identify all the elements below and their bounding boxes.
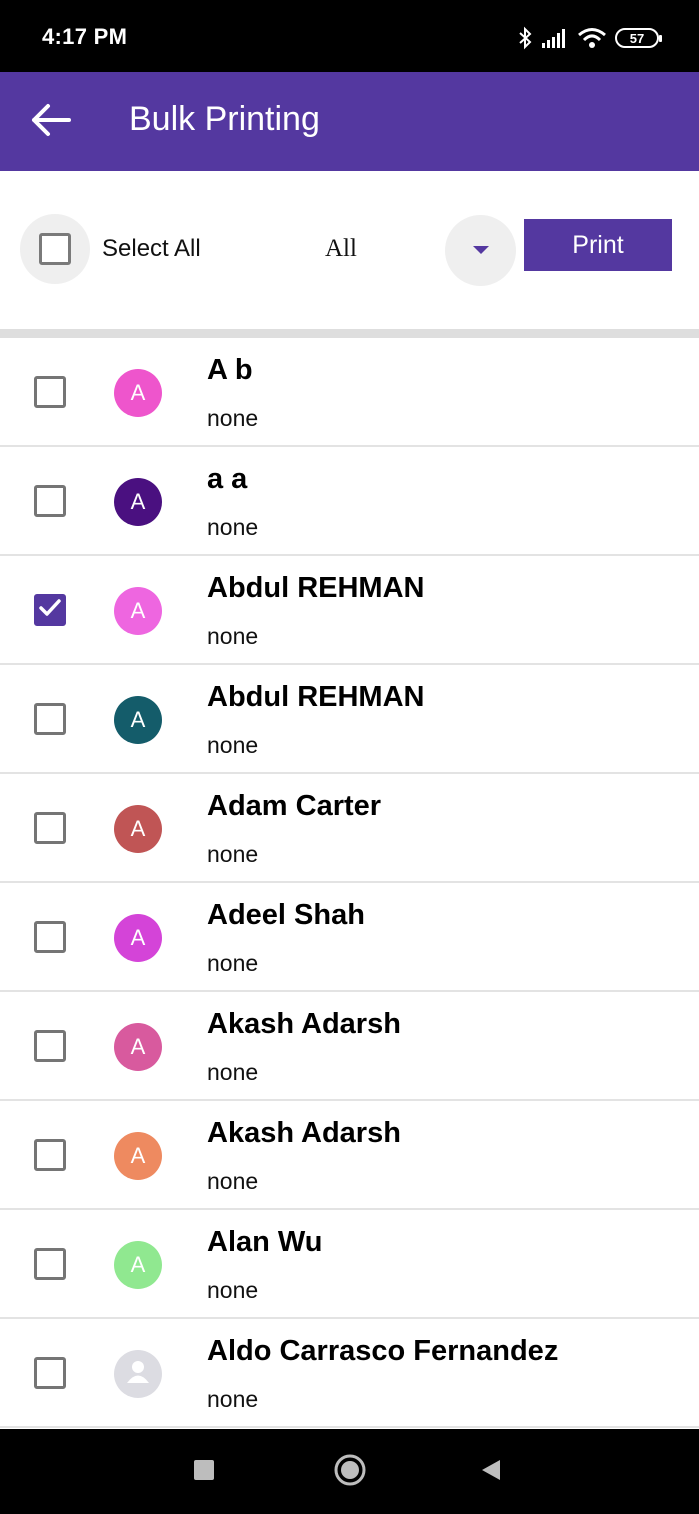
wifi-icon: [577, 27, 607, 49]
avatar: A: [114, 1023, 162, 1071]
contact-name: Alan Wu: [207, 1226, 323, 1258]
checkmark-icon: [38, 598, 62, 623]
contact-list: A A b none Aa a none A Abdul REHMAN none A Abdul …: [0, 338, 699, 1428]
contact-name: Adam Carter: [207, 790, 382, 822]
contact-name: Akash Adarsh: [207, 1117, 401, 1149]
contact-subtitle: none: [207, 405, 259, 431]
home-circle-icon: [333, 1453, 367, 1492]
filter-dropdown-button[interactable]: [445, 215, 516, 286]
arrow-left-icon: [29, 103, 71, 142]
avatar-initial: A: [130, 816, 146, 841]
contact-name: Adeel Shah: [207, 899, 365, 931]
caret-down-icon: [472, 242, 490, 260]
list-item[interactable]: A Adam Carter none: [0, 774, 699, 883]
divider: [0, 329, 699, 338]
avatar-initial: A: [130, 1143, 146, 1168]
avatar-initial: A: [130, 380, 146, 405]
row-checkbox[interactable]: [34, 485, 66, 517]
avatar: A: [114, 914, 162, 962]
contact-name: A b: [207, 354, 253, 386]
avatar: A: [114, 478, 162, 526]
battery-icon: 57: [615, 28, 662, 48]
avatar-initial: A: [130, 925, 146, 950]
page-title: Bulk Printing: [129, 100, 320, 138]
avatar-initial: A: [130, 1252, 146, 1277]
status-bar: 4:17 PM 57: [0, 0, 699, 72]
avatar: A: [114, 587, 162, 635]
row-checkbox[interactable]: [34, 1139, 66, 1171]
contact-subtitle: none: [207, 950, 259, 976]
list-item[interactable]: A Abdul REHMAN none: [0, 665, 699, 774]
list-item[interactable]: Aa a none: [0, 447, 699, 556]
row-checkbox[interactable]: [34, 921, 66, 953]
row-checkbox[interactable]: [34, 812, 66, 844]
avatar: A: [114, 369, 162, 417]
row-checkbox[interactable]: [34, 1030, 66, 1062]
avatar-initial: A: [130, 1034, 146, 1059]
contact-name: Akash Adarsh: [207, 1008, 401, 1040]
signal-icon: [541, 27, 569, 49]
contact-subtitle: none: [207, 841, 259, 867]
print-button[interactable]: Print: [524, 219, 672, 271]
person-icon: [125, 1358, 151, 1390]
contact-subtitle: none: [207, 514, 259, 540]
contact-subtitle: none: [207, 1277, 259, 1303]
back-nav-button[interactable]: [466, 1447, 516, 1497]
row-checkbox[interactable]: [34, 1248, 66, 1280]
avatar: A: [114, 805, 162, 853]
list-item[interactable]: A Akash Adarsh none: [0, 992, 699, 1101]
list-item[interactable]: A Alan Wu none: [0, 1210, 699, 1319]
app-bar: Bulk Printing: [0, 72, 699, 171]
checkbox-box: [39, 233, 71, 265]
bluetooth-icon: [517, 26, 533, 50]
contact-subtitle: none: [207, 623, 259, 649]
list-item[interactable]: Aldo Carrasco Fernandez none: [0, 1319, 699, 1428]
row-checkbox[interactable]: [34, 1357, 66, 1389]
contact-name: Aldo Carrasco Fernandez: [207, 1335, 559, 1367]
avatar: [114, 1350, 162, 1398]
contact-subtitle: none: [207, 732, 259, 758]
avatar: A: [114, 1241, 162, 1289]
avatar-initial: A: [130, 707, 146, 732]
battery-level: 57: [629, 30, 645, 46]
select-all-label[interactable]: Select All: [102, 235, 201, 263]
system-nav-bar: [0, 1429, 699, 1514]
recents-button[interactable]: [179, 1447, 229, 1497]
row-checkbox[interactable]: [34, 703, 66, 735]
contact-name: Abdul REHMAN: [207, 681, 425, 713]
home-button[interactable]: [325, 1447, 375, 1497]
avatar: A: [114, 696, 162, 744]
select-all-checkbox[interactable]: [20, 214, 90, 284]
contact-name: a a: [207, 463, 248, 495]
contact-subtitle: none: [207, 1059, 259, 1085]
back-triangle-icon: [480, 1458, 502, 1487]
filter-value[interactable]: All: [325, 235, 357, 263]
row-checkbox[interactable]: [34, 594, 66, 626]
row-checkbox[interactable]: [34, 376, 66, 408]
bulk-toolbar: Select All All Print: [0, 171, 699, 329]
list-item[interactable]: A Adeel Shah none: [0, 883, 699, 992]
list-item[interactable]: A Abdul REHMAN none: [0, 556, 699, 665]
status-time: 4:17 PM: [42, 24, 128, 49]
avatar-initial: A: [130, 598, 146, 623]
contact-name: Abdul REHMAN: [207, 572, 425, 604]
avatar-initial: A: [130, 489, 146, 514]
status-icons: 57: [517, 24, 662, 52]
list-item[interactable]: A A b none: [0, 338, 699, 447]
list-item[interactable]: A Akash Adarsh none: [0, 1101, 699, 1210]
contact-subtitle: none: [207, 1168, 259, 1194]
recents-square-icon: [193, 1459, 215, 1486]
back-button[interactable]: [22, 94, 78, 150]
contact-subtitle: none: [207, 1386, 259, 1412]
avatar: A: [114, 1132, 162, 1180]
